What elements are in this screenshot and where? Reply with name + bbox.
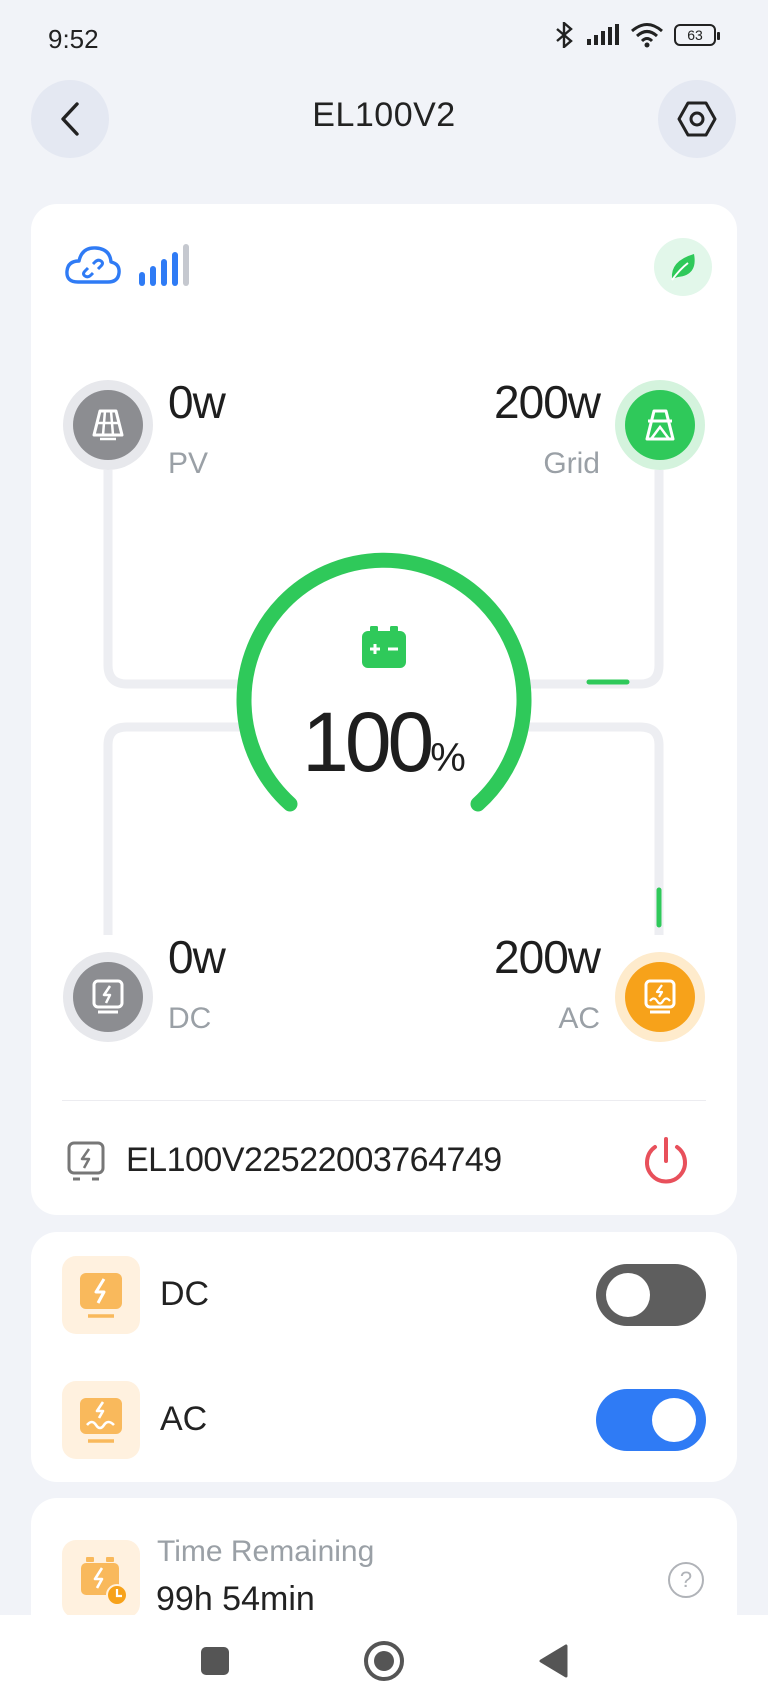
battery-clock-icon xyxy=(81,1557,128,1606)
status-icons: 63 xyxy=(554,22,720,48)
ac-output-icon xyxy=(644,979,676,1014)
battery-percentage: 100% xyxy=(0,694,768,791)
battery-status-icon: 63 xyxy=(674,24,720,46)
dc-label: DC xyxy=(168,1002,212,1035)
ac-output-label: AC xyxy=(160,1400,208,1438)
battery-percent-value: 100 xyxy=(302,695,434,789)
solar-panel-icon xyxy=(92,409,124,441)
wifi-icon xyxy=(631,23,663,48)
page-title: EL100V2 xyxy=(312,96,456,134)
dc-node[interactable] xyxy=(63,952,153,1042)
cloud-link-icon xyxy=(65,246,121,284)
leaf-icon xyxy=(671,254,695,281)
dc-value: 0w xyxy=(168,931,226,983)
eco-mode-button[interactable] xyxy=(654,238,712,296)
power-button[interactable] xyxy=(636,1132,696,1192)
grid-node[interactable] xyxy=(615,380,705,470)
system-nav-bar xyxy=(0,1615,768,1707)
device-serial: EL100V22522003764749 xyxy=(126,1141,502,1179)
hexagon-gear-icon xyxy=(677,101,717,137)
pv-node[interactable] xyxy=(63,380,153,470)
toggle-knob xyxy=(652,1398,696,1442)
ac-output-tile xyxy=(62,1381,140,1459)
power-tower-icon xyxy=(645,409,675,441)
battery-icon xyxy=(362,626,406,668)
dc-output-icon xyxy=(80,1273,122,1318)
time-remaining-value: 99h 54min xyxy=(156,1580,315,1618)
grid-value: 200w xyxy=(494,376,601,428)
card-divider xyxy=(62,1100,706,1101)
pv-value: 0w xyxy=(168,376,226,428)
battery-level-text: 63 xyxy=(687,27,703,43)
time-remaining-label: Time Remaining xyxy=(157,1535,375,1568)
ac-output-icon xyxy=(80,1398,122,1443)
dc-output-tile xyxy=(62,1256,140,1334)
help-icon[interactable]: ? xyxy=(668,1562,704,1598)
bluetooth-icon xyxy=(556,22,573,48)
toggle-knob xyxy=(606,1273,650,1317)
status-time: 9:52 xyxy=(48,24,99,54)
dc-output-label: DC xyxy=(160,1275,210,1313)
grid-label: Grid xyxy=(543,447,600,480)
ac-node[interactable] xyxy=(615,952,705,1042)
device-icon xyxy=(67,1141,105,1181)
ac-label: AC xyxy=(558,1002,600,1035)
settings-button[interactable] xyxy=(658,80,736,158)
cellular-signal-icon xyxy=(587,24,619,45)
ac-output-toggle[interactable] xyxy=(596,1389,706,1451)
dc-output-toggle[interactable] xyxy=(596,1264,706,1326)
home-button[interactable] xyxy=(364,1641,404,1681)
signal-strength-icon xyxy=(139,244,189,286)
pv-label: PV xyxy=(168,447,209,480)
recent-apps-button[interactable] xyxy=(201,1647,229,1675)
home-dot xyxy=(374,1651,394,1671)
ac-value: 200w xyxy=(494,931,601,983)
back-triangle-button[interactable] xyxy=(538,1644,568,1678)
time-remaining-tile xyxy=(62,1540,140,1618)
power-icon xyxy=(645,1137,687,1184)
dc-output-icon xyxy=(92,979,124,1014)
battery-percent-unit: % xyxy=(430,736,466,780)
